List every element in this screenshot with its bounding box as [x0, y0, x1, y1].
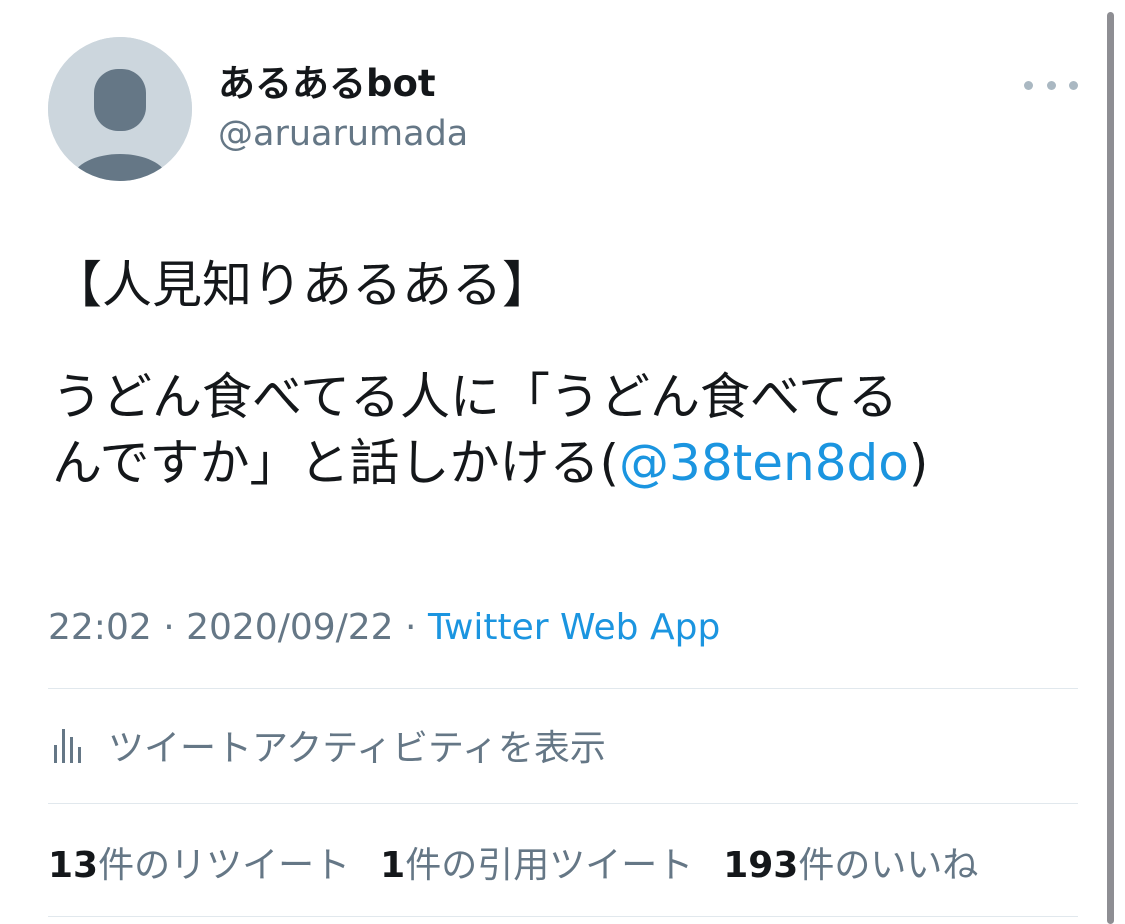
- tweet-body-line-1: うどん食べてる人に「うどん食べてる: [52, 368, 898, 426]
- retweets-count: 13: [48, 845, 99, 886]
- view-tweet-activity-button[interactable]: ツイートアクティビティを表示: [48, 712, 606, 778]
- quotes-label: 件の引用ツイート: [405, 845, 694, 886]
- likes-stat[interactable]: 193件のいいね: [723, 836, 978, 888]
- activity-label: ツイートアクティビティを表示: [108, 728, 606, 769]
- tweet-body-line-2: んですか」と話しかける(@38ten8do): [52, 430, 1072, 496]
- more-dot: [1024, 80, 1033, 90]
- tweet-meta: 22:02 · 2020/09/22 · Twitter Web App: [48, 604, 720, 652]
- author-display-name[interactable]: あるあるbot: [218, 62, 436, 106]
- tweet-heading: 【人見知りあるある】: [52, 256, 552, 314]
- likes-count: 193: [723, 845, 799, 886]
- likes-label: 件のいいね: [798, 845, 979, 886]
- quotes-count: 1: [380, 845, 406, 886]
- analytics-icon: [54, 729, 81, 763]
- mention-link[interactable]: @38ten8do: [619, 434, 909, 492]
- quote-tweets-stat[interactable]: 1件の引用ツイート: [380, 836, 693, 888]
- tweet-body-text: んですか」と話しかける(: [52, 434, 620, 492]
- tweet-stats: 13件のリツイート 1件の引用ツイート 193件のいいね: [48, 832, 1008, 892]
- default-profile-icon: [48, 37, 192, 181]
- meta-separator: ·: [393, 607, 428, 648]
- tweet-text: 【人見知りあるある】 うどん食べてる人に「うどん食べてる んですか」と話しかける…: [52, 252, 1072, 496]
- tweet-time[interactable]: 22:02: [48, 607, 152, 648]
- divider: [48, 916, 1078, 917]
- retweets-label: 件のリツイート: [98, 845, 351, 886]
- divider: [48, 803, 1078, 804]
- retweets-stat[interactable]: 13件のリツイート: [48, 836, 350, 888]
- more-dot: [1046, 80, 1056, 90]
- scrollbar[interactable]: [1107, 12, 1114, 924]
- more-icon[interactable]: [1024, 70, 1078, 100]
- tweet-date[interactable]: 2020/09/22: [186, 607, 394, 648]
- avatar[interactable]: [48, 37, 192, 181]
- author-handle[interactable]: @aruarumada: [218, 112, 468, 156]
- meta-separator: ·: [151, 607, 187, 648]
- more-dot: [1069, 80, 1078, 90]
- divider: [48, 688, 1078, 689]
- tweet-body-close: ): [908, 434, 929, 492]
- tweet-source-link[interactable]: Twitter Web App: [428, 607, 720, 648]
